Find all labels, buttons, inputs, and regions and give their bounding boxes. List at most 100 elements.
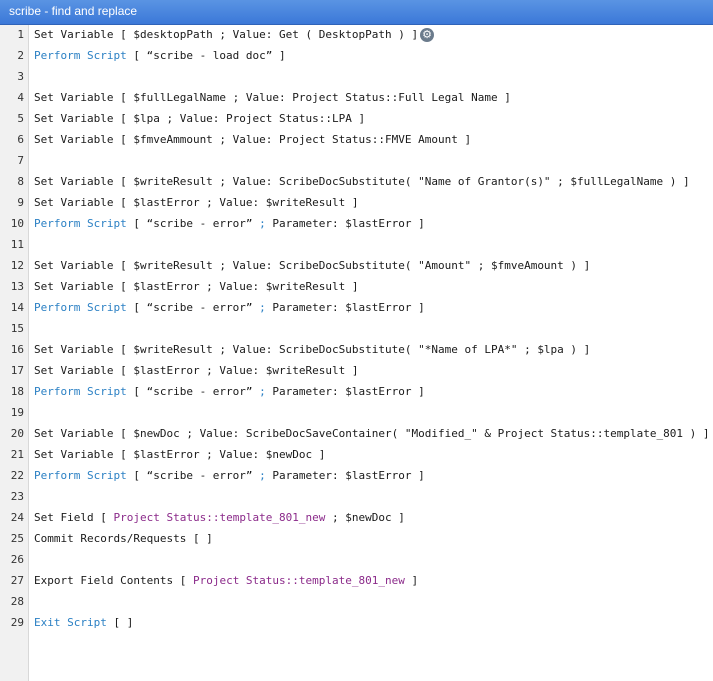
step-text: Parameter: $lastError ]	[265, 301, 425, 314]
script-line[interactable]: 7	[0, 151, 713, 172]
script-step: Set Variable [ $lastError ; Value: $writ…	[34, 280, 359, 293]
script-line[interactable]: 13 Set Variable [ $lastError ; Value: $wr…	[0, 277, 713, 298]
line-number: 25	[10, 532, 24, 545]
step-text: Export Field Contents [	[34, 574, 193, 587]
line-number: 16	[10, 343, 24, 356]
script-step: Perform Script [ “scribe - load doc” ]	[34, 49, 286, 62]
script-line[interactable]: 6 Set Variable [ $fmveAmmount ; Value: Pr…	[0, 130, 713, 151]
script-line[interactable]: 25 Commit Records/Requests [ ]	[0, 529, 713, 550]
step-text: [ “scribe - error”	[126, 385, 260, 398]
script-line[interactable]: 3	[0, 67, 713, 88]
script-line[interactable]: 21 Set Variable [ $lastError ; Value: $ne…	[0, 445, 713, 466]
script-step: Perform Script [ “scribe - error” ; Para…	[34, 385, 425, 398]
script-step: Exit Script [ ]	[34, 616, 133, 629]
script-line[interactable]: 22 Perform Script [ “scribe - error” ; Pa…	[0, 466, 713, 487]
line-number: 17	[10, 364, 24, 377]
field-reference: Project Status::template_801_new	[192, 574, 405, 587]
line-number: 5	[17, 112, 24, 125]
line-number: 7	[17, 154, 24, 167]
script-step: Perform Script [ “scribe - error” ; Para…	[34, 469, 425, 482]
script-step: Set Variable [ $lpa ; Value: Project Sta…	[34, 112, 365, 125]
script-keyword: Perform Script	[34, 469, 127, 482]
step-text: [ “scribe - load doc” ]	[126, 49, 286, 62]
step-text: Parameter: $lastError ]	[265, 217, 425, 230]
window-titlebar: scribe - find and replace	[0, 0, 713, 25]
step-text: ]	[404, 574, 419, 587]
line-number: 21	[10, 448, 24, 461]
script-step: Set Variable [ $desktopPath ; Value: Get…	[34, 28, 435, 42]
script-line[interactable]: 4 Set Variable [ $fullLegalName ; Value: …	[0, 88, 713, 109]
step-text: Set Variable [ $lastError ; Value: $writ…	[34, 196, 359, 209]
line-number: 8	[17, 175, 24, 188]
script-line[interactable]: 23	[0, 487, 713, 508]
script-line[interactable]: 5 Set Variable [ $lpa ; Value: Project St…	[0, 109, 713, 130]
window-title: scribe - find and replace	[9, 4, 138, 18]
script-step: Commit Records/Requests [ ]	[34, 532, 213, 545]
script-keyword: ;	[259, 301, 266, 314]
script-line[interactable]: 1 Set Variable [ $desktopPath ; Value: Ge…	[0, 25, 713, 46]
script-line[interactable]: 11	[0, 235, 713, 256]
line-number: 4	[17, 91, 24, 104]
line-number: 6	[17, 133, 24, 146]
step-text: Set Variable [ $lastError ; Value: $writ…	[34, 280, 359, 293]
line-number: 11	[10, 238, 24, 251]
script-line[interactable]: 8 Set Variable [ $writeResult ; Value: Sc…	[0, 172, 713, 193]
script-keyword: ;	[259, 385, 266, 398]
script-line[interactable]: 9 Set Variable [ $lastError ; Value: $wri…	[0, 193, 713, 214]
line-number: 27	[10, 574, 24, 587]
script-keyword: ;	[259, 469, 266, 482]
line-number: 1	[17, 28, 24, 41]
step-text: Set Variable [ $lastError ; Value: $newD…	[34, 448, 326, 461]
script-step: Set Variable [ $lastError ; Value: $writ…	[34, 196, 359, 209]
step-text: [ “scribe - error”	[126, 469, 260, 482]
step-text: Parameter: $lastError ]	[265, 385, 425, 398]
step-text: Set Variable [ $writeResult ; Value: Scr…	[34, 175, 690, 188]
step-text: [ ]	[106, 616, 134, 629]
line-number: 26	[10, 553, 24, 566]
script-keyword: Perform Script	[34, 385, 127, 398]
script-line[interactable]: 28	[0, 592, 713, 613]
script-line[interactable]: 16 Set Variable [ $writeResult ; Value: S…	[0, 340, 713, 361]
script-line[interactable]: 10 Perform Script [ “scribe - error” ; Pa…	[0, 214, 713, 235]
script-line[interactable]: 17 Set Variable [ $lastError ; Value: $wr…	[0, 361, 713, 382]
script-line[interactable]: 2 Perform Script [ “scribe - load doc” ]	[0, 46, 713, 67]
script-step: Perform Script [ “scribe - error” ; Para…	[34, 217, 425, 230]
script-line[interactable]: 29 Exit Script [ ]	[0, 613, 713, 634]
script-line[interactable]: 12 Set Variable [ $writeResult ; Value: S…	[0, 256, 713, 277]
script-step: Set Variable [ $fmveAmmount ; Value: Pro…	[34, 133, 471, 146]
gear-icon[interactable]: ⚙	[420, 28, 435, 42]
step-text: Set Variable [ $desktopPath ; Value: Get…	[34, 28, 419, 41]
script-line[interactable]: 27 Export Field Contents [ Project Status…	[0, 571, 713, 592]
line-number: 13	[10, 280, 24, 293]
field-reference: Project Status::template_801_new	[113, 511, 326, 524]
script-editor[interactable]: 1 Set Variable [ $desktopPath ; Value: Ge…	[0, 25, 713, 681]
step-text: Set Field [	[34, 511, 114, 524]
step-text: ; $newDoc ]	[325, 511, 405, 524]
script-keyword: ;	[259, 217, 266, 230]
script-line[interactable]: 26	[0, 550, 713, 571]
line-number: 12	[10, 259, 24, 272]
script-step: Perform Script [ “scribe - error” ; Para…	[34, 301, 425, 314]
script-step: Export Field Contents [ Project Status::…	[34, 574, 418, 587]
line-number: 10	[10, 217, 24, 230]
script-step: Set Variable [ $lastError ; Value: $writ…	[34, 364, 359, 377]
step-text: [ “scribe - error”	[126, 217, 260, 230]
script-line[interactable]: 19	[0, 403, 713, 424]
script-line[interactable]: 14 Perform Script [ “scribe - error” ; Pa…	[0, 298, 713, 319]
script-step: Set Field [ Project Status::template_801…	[34, 511, 405, 524]
line-number: 14	[10, 301, 24, 314]
script-line[interactable]: 15	[0, 319, 713, 340]
script-step: Set Variable [ $writeResult ; Value: Scr…	[34, 343, 590, 356]
line-number: 24	[10, 511, 24, 524]
script-line[interactable]: 24 Set Field [ Project Status::template_8…	[0, 508, 713, 529]
step-text: Set Variable [ $writeResult ; Value: Scr…	[34, 259, 591, 272]
script-line[interactable]: 18 Perform Script [ “scribe - error” ; Pa…	[0, 382, 713, 403]
step-text: Set Variable [ $writeResult ; Value: Scr…	[34, 343, 591, 356]
step-text: Set Variable [ $lpa ; Value: Project Sta…	[34, 112, 366, 125]
script-keyword: Exit Script	[34, 616, 107, 629]
step-text: Set Variable [ $fullLegalName ; Value: P…	[34, 91, 511, 104]
script-line[interactable]: 20 Set Variable [ $newDoc ; Value: Scribe…	[0, 424, 713, 445]
line-number: 15	[10, 322, 24, 335]
script-step: Set Variable [ $newDoc ; Value: ScribeDo…	[34, 427, 710, 440]
step-text: [ “scribe - error”	[126, 301, 260, 314]
